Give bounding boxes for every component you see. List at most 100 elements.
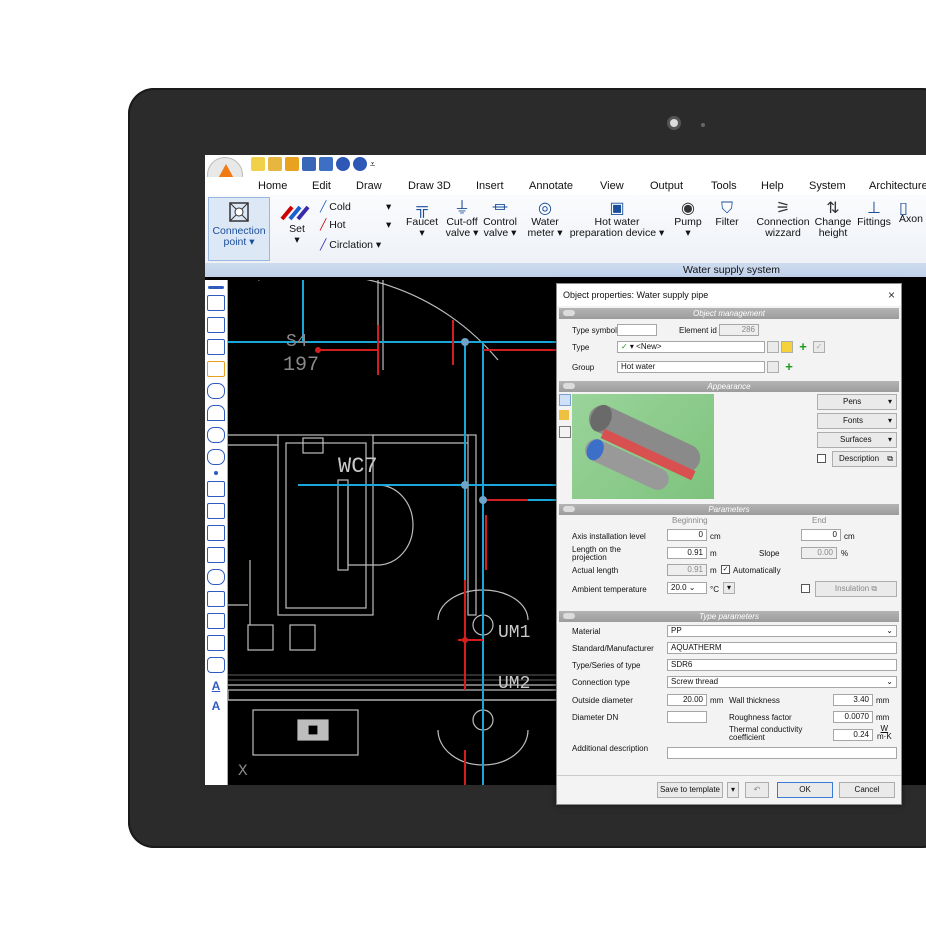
redo-icon[interactable] — [353, 157, 367, 171]
automatically-checkbox[interactable]: ✓ — [721, 565, 730, 574]
ellipse-arc-tool-icon[interactable] — [207, 449, 225, 465]
save-template-button[interactable]: Save to template — [657, 782, 723, 798]
ring-tool-icon[interactable] — [207, 569, 225, 585]
text-tool-icon[interactable]: A — [208, 699, 224, 713]
fittings-button[interactable]: ⊥ Fittings — [856, 201, 892, 228]
fonts-dropdown[interactable]: Fonts ▾ — [817, 413, 897, 429]
wall-thickness-field[interactable]: 3.40 — [833, 694, 873, 706]
additional-description-field[interactable] — [667, 747, 897, 759]
group-field[interactable]: Hot water — [617, 361, 765, 373]
menu-annotate[interactable]: Annotate — [529, 180, 573, 192]
save-template-dropdown-icon[interactable]: ▾ — [727, 782, 739, 798]
pens-dropdown[interactable]: Pens ▾ — [817, 394, 897, 410]
diameter-dn-field[interactable] — [667, 711, 707, 723]
polygon-tool-icon[interactable] — [207, 525, 225, 541]
hatch-tool-icon[interactable] — [207, 635, 225, 651]
description-button[interactable]: Description ⧉ — [832, 451, 897, 467]
ellipse-tool-icon[interactable] — [207, 427, 225, 443]
set-button[interactable]: Set ▾ — [277, 203, 317, 246]
material-select[interactable]: PP ⌄ — [667, 625, 897, 637]
thermal-conductivity-field[interactable]: 0.24 — [833, 729, 873, 741]
insulation-checkbox[interactable] — [801, 584, 810, 593]
qat-dropdown-icon[interactable]: ⩡ — [370, 157, 375, 171]
cloud-tool-icon[interactable] — [207, 657, 225, 673]
double-line-tool-icon[interactable] — [207, 317, 225, 333]
dimension-tool-icon[interactable] — [207, 613, 225, 629]
menu-output[interactable]: Output — [650, 180, 683, 192]
section-appearance[interactable]: Appearance — [559, 381, 899, 392]
ambient-temperature-select[interactable]: 20.0 ⌄ — [667, 582, 707, 594]
type-folder-icon[interactable] — [781, 341, 793, 353]
arc-tool-icon[interactable] — [207, 405, 225, 421]
section-type-parameters[interactable]: Type parameters — [559, 611, 899, 622]
menu-edit[interactable]: Edit — [312, 180, 331, 192]
faucet-button[interactable]: ╦ Faucet ▾ — [402, 201, 442, 239]
undo-icon[interactable] — [336, 157, 350, 171]
hot-button[interactable]: ╱ Hot ▾ — [320, 220, 391, 231]
wand-icon[interactable] — [285, 157, 299, 171]
spring-tool-icon[interactable] — [207, 503, 225, 519]
print-preview-icon[interactable] — [319, 157, 333, 171]
add-type-icon[interactable]: + — [797, 340, 809, 353]
undo-disabled-icon[interactable]: ↶ — [745, 782, 769, 798]
connection-type-select[interactable]: Screw thread ⌄ — [667, 676, 897, 688]
axis-begin-field[interactable]: 0 — [667, 529, 707, 541]
preview-camera-icon[interactable] — [559, 394, 571, 406]
cancel-button[interactable]: Cancel — [839, 782, 895, 798]
series-type-field[interactable]: SDR6 — [667, 659, 897, 671]
menu-home[interactable]: Home — [258, 180, 287, 192]
change-height-button[interactable]: ⇅ Change height — [813, 201, 853, 239]
circle-tool-icon[interactable] — [207, 383, 225, 399]
ok-button[interactable]: OK — [777, 782, 833, 798]
menu-system[interactable]: System — [809, 180, 846, 192]
menu-architecture[interactable]: Architecture — [869, 180, 926, 192]
preview-copy-icon[interactable] — [559, 426, 571, 438]
circulation-button[interactable]: ╱ Circlation ▾ — [320, 240, 381, 251]
group-edit-icon[interactable] — [767, 361, 779, 373]
roughness-factor-field[interactable]: 0.0070 — [833, 711, 873, 723]
region-tool-icon[interactable] — [207, 547, 225, 563]
confirm-type-icon[interactable]: ✓ — [813, 341, 825, 353]
axis-end-field[interactable]: 0 — [801, 529, 841, 541]
spline-tool-icon[interactable] — [207, 339, 225, 355]
menu-tools[interactable]: Tools — [711, 180, 737, 192]
connection-point-button[interactable]: Connection point ▾ — [208, 197, 270, 261]
length-projection-field[interactable]: 0.91 — [667, 547, 707, 559]
description-checkbox[interactable] — [817, 454, 826, 463]
freehand-tool-icon[interactable] — [207, 361, 225, 377]
surfaces-dropdown[interactable]: Surfaces ▾ — [817, 432, 897, 448]
menu-view[interactable]: View — [600, 180, 624, 192]
polyline-tool-icon[interactable] — [207, 295, 225, 311]
standard-manufacturer-field[interactable]: AQUATHERM — [667, 642, 897, 654]
water-meter-button[interactable]: ◎ Water meter ▾ — [523, 201, 567, 239]
filter-button[interactable]: ⛉ Filter — [710, 201, 744, 228]
temperature-dropdown-icon[interactable]: ▾ — [723, 582, 735, 594]
cold-button[interactable]: ╱ Cold ▾ — [320, 202, 391, 213]
type-edit-icon[interactable] — [767, 341, 779, 353]
menu-draw3d[interactable]: Draw 3D — [408, 180, 451, 192]
add-group-icon[interactable]: + — [783, 360, 795, 373]
outside-diameter-field[interactable]: 20.00 — [667, 694, 707, 706]
menu-help[interactable]: Help — [761, 180, 784, 192]
rectangle-tool-icon[interactable] — [207, 481, 225, 497]
save-icon[interactable] — [302, 157, 316, 171]
close-icon[interactable]: × — [888, 284, 895, 306]
insulation-button[interactable]: Insulation ⧉ — [815, 581, 897, 597]
pump-button[interactable]: ◉ Pump ▾ — [671, 201, 705, 239]
section-object-management[interactable]: Object management — [559, 308, 899, 319]
shape-tool-icon[interactable] — [207, 591, 225, 607]
point-tool-icon[interactable] — [214, 471, 218, 475]
type-select[interactable]: ✓ ▾ <New> — [617, 341, 765, 353]
menu-draw[interactable]: Draw — [356, 180, 382, 192]
connection-wizard-button[interactable]: ⚞ Connection wizzard — [753, 201, 813, 239]
control-valve-button[interactable]: ⏛ Control valve ▾ — [481, 201, 519, 239]
menu-insert[interactable]: Insert — [476, 180, 504, 192]
hot-water-device-button[interactable]: ▣ Hot water preparation device ▾ — [567, 201, 667, 239]
open-folder-icon[interactable] — [268, 157, 282, 171]
preview-folder-icon[interactable] — [559, 410, 569, 420]
text-underline-tool-icon[interactable]: A — [208, 679, 224, 693]
line-tool-icon[interactable] — [208, 286, 224, 289]
type-symbol-field[interactable] — [617, 324, 657, 336]
axon-button[interactable]: ▯ Axon — [899, 203, 926, 225]
section-parameters[interactable]: Parameters — [559, 504, 899, 515]
